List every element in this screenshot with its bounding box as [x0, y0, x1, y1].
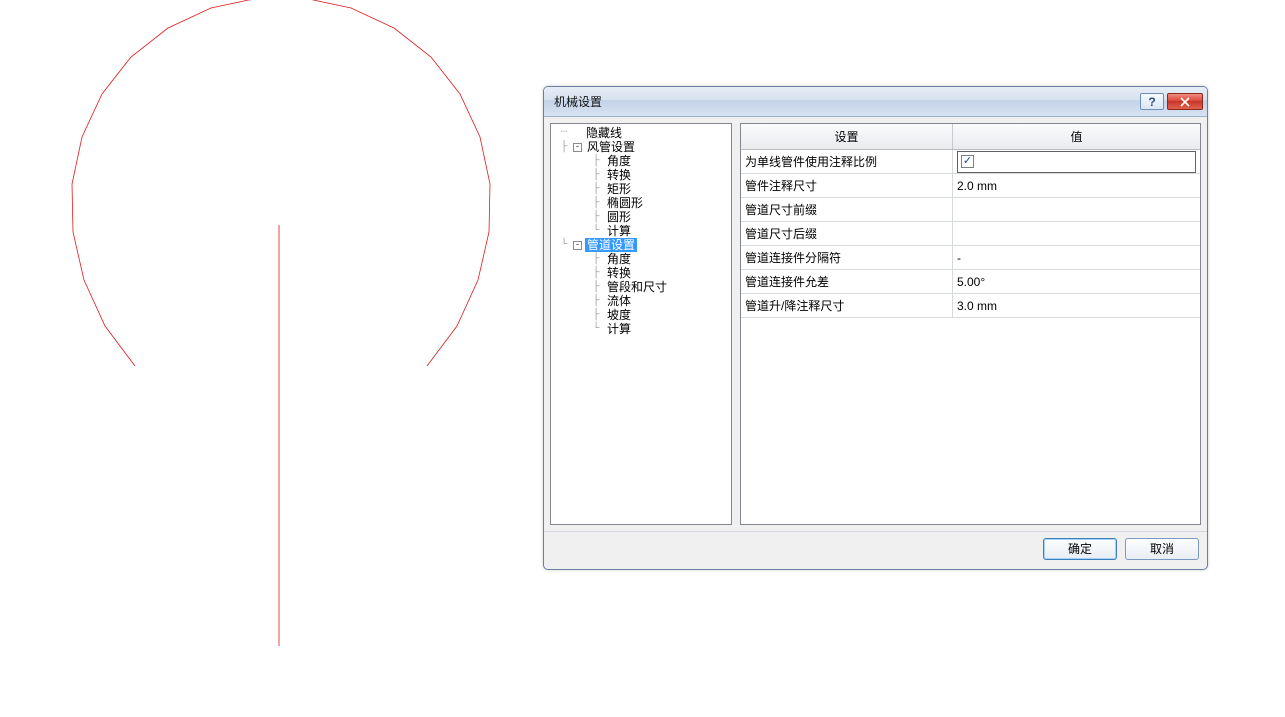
- value-cell[interactable]: 5.00°: [953, 270, 1200, 293]
- setting-cell: 管道尺寸后缀: [741, 222, 953, 245]
- table-body: 为单线管件使用注释比例 管件注释尺寸 2.0 mm 管道尺寸前缀: [741, 150, 1200, 524]
- table-row[interactable]: 管道升/降注释尺寸 3.0 mm: [741, 294, 1200, 318]
- tree-item-duct-convert[interactable]: 转换: [605, 168, 633, 182]
- mechanical-settings-dialog: 机械设置 ? ┈ 隐藏线 ├ -: [543, 86, 1208, 570]
- tree-item-pipe-segment-size[interactable]: 管段和尺寸: [605, 280, 669, 294]
- table-row[interactable]: 管道尺寸前缀: [741, 198, 1200, 222]
- tree-item-pipe-angle[interactable]: 角度: [605, 252, 633, 266]
- dialog-title: 机械设置: [554, 93, 1140, 110]
- dialog-titlebar[interactable]: 机械设置 ?: [544, 87, 1207, 117]
- setting-cell: 为单线管件使用注释比例: [741, 150, 953, 173]
- value-cell[interactable]: -: [953, 246, 1200, 269]
- tree-item-pipe-settings[interactable]: 管道设置: [585, 238, 637, 252]
- cancel-button[interactable]: 取消: [1125, 538, 1199, 560]
- setting-cell: 管件注释尺寸: [741, 174, 953, 197]
- tree-toggle-duct[interactable]: -: [573, 143, 582, 152]
- table-row[interactable]: 管道连接件分隔符 -: [741, 246, 1200, 270]
- table-row[interactable]: 为单线管件使用注释比例: [741, 150, 1200, 174]
- table-row[interactable]: 管件注释尺寸 2.0 mm: [741, 174, 1200, 198]
- tree-item-duct-settings[interactable]: 风管设置: [585, 140, 637, 154]
- tree-item-pipe-convert[interactable]: 转换: [605, 266, 633, 280]
- tree-item-duct-angle[interactable]: 角度: [605, 154, 633, 168]
- help-icon: ?: [1148, 95, 1155, 109]
- table-header-row: 设置 值: [741, 124, 1200, 150]
- value-cell[interactable]: 3.0 mm: [953, 294, 1200, 317]
- value-cell[interactable]: [953, 222, 1200, 245]
- dialog-button-row: 确定 取消: [544, 531, 1207, 565]
- setting-cell: 管道尺寸前缀: [741, 198, 953, 221]
- table-header-setting[interactable]: 设置: [741, 124, 953, 149]
- tree-item-pipe-calc[interactable]: 计算: [605, 322, 633, 336]
- tree-item-duct-circle[interactable]: 圆形: [605, 210, 633, 224]
- table-header-value[interactable]: 值: [953, 124, 1200, 149]
- checkbox-icon[interactable]: [961, 155, 974, 168]
- settings-tree[interactable]: ┈ 隐藏线 ├ - 风管设置 ├角度 ├转换 ├矩形 ├椭圆形 ├圆形 └计算 …: [550, 123, 732, 525]
- tree-item-pipe-slope[interactable]: 坡度: [605, 308, 633, 322]
- close-icon: [1179, 97, 1191, 107]
- help-button[interactable]: ?: [1140, 93, 1164, 110]
- value-cell[interactable]: [953, 198, 1200, 221]
- ok-button[interactable]: 确定: [1043, 538, 1117, 560]
- tree-item-pipe-fluid[interactable]: 流体: [605, 294, 633, 308]
- tree-toggle-pipe[interactable]: -: [573, 241, 582, 250]
- tree-item-hidden-line[interactable]: 隐藏线: [584, 126, 624, 140]
- value-cell[interactable]: 2.0 mm: [953, 174, 1200, 197]
- value-cell[interactable]: [953, 150, 1200, 173]
- setting-cell: 管道连接件分隔符: [741, 246, 953, 269]
- close-button[interactable]: [1167, 93, 1203, 110]
- settings-table: 设置 值 为单线管件使用注释比例 管件注释尺寸 2.0 mm: [740, 123, 1201, 525]
- setting-cell: 管道升/降注释尺寸: [741, 294, 953, 317]
- tree-item-duct-ellipse[interactable]: 椭圆形: [605, 196, 645, 210]
- drawing-circle-outline: [72, 0, 490, 366]
- table-row[interactable]: 管道尺寸后缀: [741, 222, 1200, 246]
- tree-item-duct-calc[interactable]: 计算: [605, 224, 633, 238]
- table-row[interactable]: 管道连接件允差 5.00°: [741, 270, 1200, 294]
- setting-cell: 管道连接件允差: [741, 270, 953, 293]
- tree-item-duct-rect[interactable]: 矩形: [605, 182, 633, 196]
